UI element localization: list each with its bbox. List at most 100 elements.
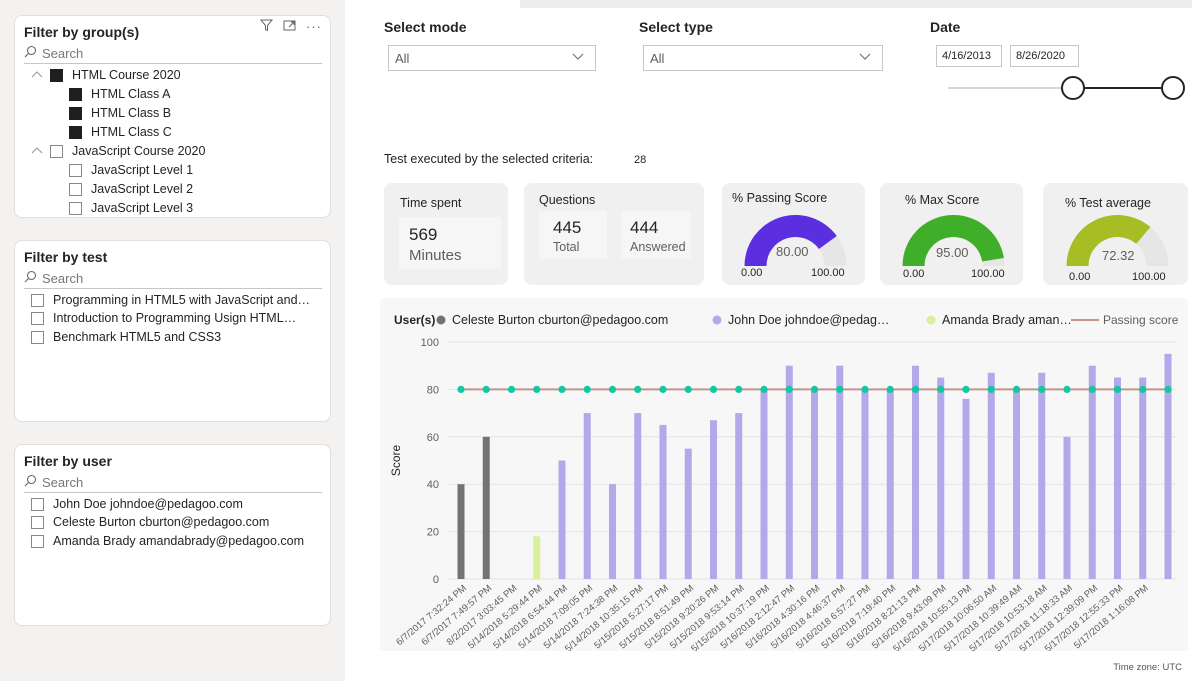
test-search-input[interactable]: Search	[24, 270, 322, 289]
user-option[interactable]: Amanda Brady amandabrady@pedagoo.com	[31, 534, 304, 548]
checkbox[interactable]	[31, 534, 44, 548]
score-chart: 0 20 40 60 80 100 Score User(s) Celeste Burton c…	[389, 313, 1179, 655]
test-filter-panel: Filter by test Search Programming in HTM…	[14, 240, 331, 422]
subgroup-option[interactable]: JavaScript Level 3	[69, 201, 193, 215]
date-slider-end-handle[interactable]	[1161, 76, 1185, 100]
legend-label: Passing score	[1103, 313, 1179, 327]
passing-score-point	[1038, 385, 1046, 393]
bar	[659, 424, 667, 579]
legend-label: John Doe johndoe@pedag…	[728, 313, 889, 327]
checkbox[interactable]	[31, 330, 44, 344]
test-option[interactable]: Benchmark HTML5 and CSS3	[31, 330, 221, 344]
group-filter-title: Filter by group(s)	[24, 24, 140, 40]
passing-score-point	[659, 385, 667, 393]
bar	[1088, 365, 1096, 579]
search-icon	[24, 474, 38, 490]
checkbox[interactable]	[31, 293, 44, 307]
bar	[811, 389, 818, 579]
test-search-placeholder: Search	[42, 271, 84, 286]
subgroup-option-label: HTML Class A	[91, 87, 171, 101]
more-options-icon[interactable]: ···	[306, 19, 322, 35]
test-option-label: Programming in HTML5 with JavaScript and…	[53, 293, 311, 307]
time-spent-card: Time spent 569 Minutes	[384, 183, 508, 285]
checkbox[interactable]	[31, 311, 44, 325]
bar	[836, 365, 844, 579]
date-slider-start-handle[interactable]	[1061, 76, 1085, 100]
test-filter-title: Filter by test	[24, 249, 108, 265]
time-spent-unit: Minutes	[409, 247, 462, 264]
subgroup-option[interactable]: HTML Class A	[69, 87, 170, 101]
questions-total-label: Total	[553, 240, 580, 254]
legend-label: Celeste Burton cburton@pedagoo.com	[452, 313, 668, 327]
passing-score-point	[785, 385, 793, 393]
top-strip	[520, 0, 1192, 8]
group-option[interactable]: HTML Course 2020	[31, 68, 181, 82]
date-end-input[interactable]: 8/26/2020	[1010, 45, 1079, 67]
bar	[1139, 377, 1147, 579]
user-filter-title: Filter by user	[24, 453, 112, 469]
passing-score-point	[861, 385, 869, 393]
visual-toolbar: ···	[259, 19, 322, 35]
filter-icon[interactable]	[259, 19, 274, 35]
bar	[785, 365, 793, 579]
checkbox[interactable]	[69, 87, 82, 101]
chevron-up-icon[interactable]	[31, 146, 43, 157]
checkbox[interactable]	[69, 163, 82, 177]
user-option[interactable]: John Doe johndoe@pedagoo.com	[31, 497, 243, 511]
group-option[interactable]: JavaScript Course 2020	[31, 144, 205, 158]
passing-score-point	[886, 385, 894, 393]
y-axis-title: Score	[389, 445, 403, 477]
checkbox[interactable]	[50, 144, 63, 158]
user-search-input[interactable]: Search	[24, 474, 322, 493]
bar	[962, 398, 970, 579]
date-slider-range	[1072, 87, 1173, 89]
time-spent-title: Time spent	[400, 196, 462, 210]
summary-count: 28	[634, 154, 647, 166]
bar	[1114, 377, 1121, 579]
checkbox[interactable]	[69, 106, 82, 120]
subgroup-option[interactable]: JavaScript Level 1	[69, 163, 193, 177]
y-tick-label: 20	[427, 527, 439, 539]
test-option-label: Introduction to Programming Usign HTML…	[53, 311, 297, 325]
bar	[609, 484, 616, 579]
type-dropdown[interactable]: All	[643, 45, 883, 71]
bar	[533, 536, 541, 579]
checkbox[interactable]	[50, 68, 63, 82]
passing-score-point	[608, 385, 617, 393]
checkbox[interactable]	[69, 201, 82, 215]
bar	[886, 389, 894, 579]
chevron-up-icon[interactable]	[31, 70, 43, 81]
bar	[912, 365, 919, 579]
subgroup-option[interactable]: HTML Class C	[69, 125, 172, 139]
date-start-input[interactable]: 4/16/2013	[936, 45, 1002, 67]
passing-score-card: % Passing Score 80.00 0.00 100.00	[722, 183, 865, 285]
passing-score-point	[987, 385, 995, 393]
passing-score-point	[1139, 385, 1147, 393]
checkbox[interactable]	[31, 515, 44, 529]
legend-marker	[436, 315, 446, 325]
user-search-placeholder: Search	[42, 475, 84, 490]
user-option[interactable]: Celeste Burton cburton@pedagoo.com	[31, 515, 269, 529]
checkbox[interactable]	[69, 182, 82, 196]
passing-score-min: 0.00	[741, 267, 763, 279]
passing-score-point	[634, 385, 642, 393]
bar	[684, 448, 692, 579]
subgroup-option[interactable]: JavaScript Level 2	[69, 182, 193, 196]
bar	[861, 389, 869, 579]
bar	[710, 420, 717, 579]
checkbox[interactable]	[31, 497, 44, 511]
checkbox[interactable]	[69, 125, 82, 139]
mode-dropdown[interactable]: All	[388, 45, 596, 71]
legend-marker	[926, 315, 936, 325]
group-search-input[interactable]: Search	[24, 45, 322, 64]
test-option[interactable]: Introduction to Programming Usign HTML…	[31, 311, 296, 325]
subgroup-option[interactable]: HTML Class B	[69, 106, 171, 120]
questions-answered-label: Answered	[630, 240, 686, 254]
y-tick-label: 80	[427, 384, 439, 396]
timezone-note: Time zone: UTC	[1113, 662, 1182, 673]
bar	[735, 413, 743, 579]
legend-title: User(s)	[394, 313, 435, 327]
test-option[interactable]: Programming in HTML5 with JavaScript and…	[31, 293, 310, 307]
focus-mode-icon[interactable]	[283, 19, 296, 35]
bar	[760, 389, 768, 579]
